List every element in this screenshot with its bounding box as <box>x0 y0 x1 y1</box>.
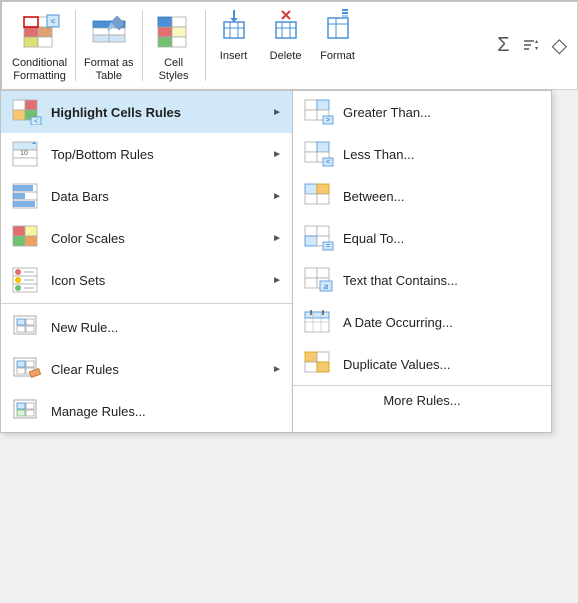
top-bottom-arrow: ► <box>272 149 282 160</box>
new-rule-menu-item[interactable]: New Rule... <box>1 306 292 348</box>
menu-divider-1 <box>1 303 292 304</box>
svg-text:a: a <box>324 282 329 291</box>
highlight-cells-label: Highlight Cells Rules <box>51 105 268 120</box>
cell-styles-icon <box>156 9 192 57</box>
equal-to-label: Equal To... <box>343 231 404 246</box>
left-menu: < Highlight Cells Rules ► 10 Top/Bottom … <box>0 90 292 433</box>
icon-sets-arrow: ► <box>272 275 282 286</box>
data-bars-arrow: ► <box>272 191 282 202</box>
more-rules-item[interactable]: More Rules... <box>293 385 551 415</box>
svg-text:10: 10 <box>20 150 28 157</box>
delete-icon <box>268 6 304 48</box>
less-than-icon: < <box>303 140 335 168</box>
ribbon: < ConditionalFormatting Format asTable <box>0 0 578 90</box>
icon-sets-icon <box>11 266 43 294</box>
highlight-cells-icon: < <box>11 98 43 126</box>
less-than-label: Less Than... <box>343 147 414 162</box>
greater-than-menu-item[interactable]: > Greater Than... <box>293 91 551 133</box>
highlight-cells-menu-item[interactable]: < Highlight Cells Rules ► <box>1 91 292 133</box>
new-rule-label: New Rule... <box>51 320 282 335</box>
conditional-formatting-icon: < <box>20 9 60 57</box>
greater-than-icon: > <box>303 98 335 126</box>
duplicate-values-icon <box>303 350 335 378</box>
insert-label: Insert <box>220 50 248 62</box>
svg-text:<: < <box>50 17 55 26</box>
highlight-cells-arrow: ► <box>272 107 282 118</box>
icon-sets-menu-item[interactable]: Icon Sets ► <box>1 259 292 301</box>
text-contains-icon: a <box>303 266 335 294</box>
color-scales-menu-item[interactable]: Color Scales ► <box>1 217 292 259</box>
insert-icon <box>216 6 252 48</box>
sigma-icon[interactable]: Σ <box>491 2 515 89</box>
icon-sets-label: Icon Sets <box>51 273 268 288</box>
top-bottom-icon: 10 <box>11 140 43 168</box>
manage-rules-menu-item[interactable]: Manage Rules... <box>1 390 292 432</box>
cell-styles-button[interactable]: CellStyles <box>145 2 203 89</box>
ribbon-divider-3 <box>205 10 206 81</box>
duplicate-values-menu-item[interactable]: Duplicate Values... <box>293 343 551 385</box>
data-bars-menu-item[interactable]: Data Bars ► <box>1 175 292 217</box>
duplicate-values-label: Duplicate Values... <box>343 357 450 372</box>
top-bottom-menu-item[interactable]: 10 Top/Bottom Rules ► <box>1 133 292 175</box>
manage-rules-icon <box>11 397 43 425</box>
format-as-table-label: Format asTable <box>84 57 134 83</box>
color-scales-icon <box>11 224 43 252</box>
insert-button[interactable]: Insert <box>208 2 260 89</box>
format-as-table-icon <box>89 9 129 57</box>
format-label: Format <box>320 50 355 62</box>
between-menu-item[interactable]: Between... <box>293 175 551 217</box>
less-than-menu-item[interactable]: < Less Than... <box>293 133 551 175</box>
format-button[interactable]: Format <box>312 2 364 89</box>
clear-rules-menu-item[interactable]: Clear Rules ► <box>1 348 292 390</box>
text-contains-label: Text that Contains... <box>343 273 458 288</box>
svg-text:<: < <box>326 159 330 166</box>
color-scales-arrow: ► <box>272 233 282 244</box>
clear-rules-icon <box>11 355 43 383</box>
format-icon <box>320 6 356 48</box>
manage-rules-label: Manage Rules... <box>51 404 282 419</box>
svg-text:>: > <box>326 117 330 124</box>
svg-text:<: < <box>34 119 38 125</box>
date-occurring-icon <box>303 308 335 336</box>
new-rule-icon <box>11 313 43 341</box>
between-label: Between... <box>343 189 404 204</box>
color-scales-label: Color Scales <box>51 231 268 246</box>
ribbon-right-area: Σ ◇ <box>491 2 573 89</box>
date-occurring-label: A Date Occurring... <box>343 315 453 330</box>
top-bottom-label: Top/Bottom Rules <box>51 147 268 162</box>
diamond-icon[interactable]: ◇ <box>546 2 573 89</box>
text-contains-menu-item[interactable]: a Text that Contains... <box>293 259 551 301</box>
more-rules-label: More Rules... <box>383 393 460 408</box>
clear-rules-arrow: ► <box>272 364 282 375</box>
svg-text:=: = <box>326 243 330 250</box>
conditional-formatting-button[interactable]: < ConditionalFormatting <box>6 2 73 89</box>
greater-than-label: Greater Than... <box>343 105 431 120</box>
conditional-formatting-label: ConditionalFormatting <box>12 57 67 83</box>
menu-container: < Highlight Cells Rules ► 10 Top/Bottom … <box>0 90 578 433</box>
cell-styles-label: CellStyles <box>159 57 189 83</box>
clear-rules-label: Clear Rules <box>51 362 268 377</box>
between-icon <box>303 182 335 210</box>
format-as-table-button[interactable]: Format asTable <box>78 2 140 89</box>
ribbon-divider-2 <box>142 10 143 81</box>
right-menu: > Greater Than... < Less Than... <box>292 90 552 433</box>
sort-icon[interactable] <box>516 2 546 89</box>
delete-button[interactable]: Delete <box>260 2 312 89</box>
data-bars-label: Data Bars <box>51 189 268 204</box>
delete-label: Delete <box>270 50 302 62</box>
date-occurring-menu-item[interactable]: A Date Occurring... <box>293 301 551 343</box>
equal-to-menu-item[interactable]: = Equal To... <box>293 217 551 259</box>
equal-to-icon: = <box>303 224 335 252</box>
ribbon-divider-1 <box>75 10 76 81</box>
data-bars-icon <box>11 182 43 210</box>
